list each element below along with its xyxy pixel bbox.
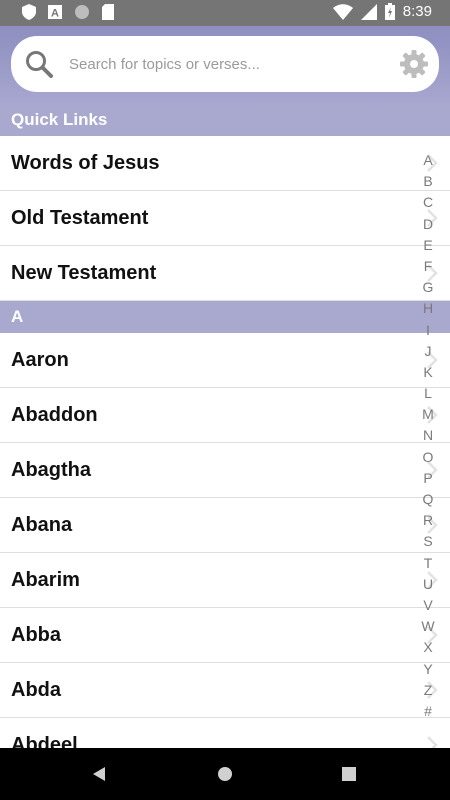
index-letter[interactable]: L [424,383,432,404]
index-letter[interactable]: Y [423,659,432,680]
list-item[interactable]: Aaron [0,333,450,388]
font-icon: A [48,5,62,19]
back-icon[interactable] [92,766,106,782]
index-letter[interactable]: R [423,510,433,531]
list-item-label: New Testament [11,262,157,284]
wifi-icon [332,3,353,20]
list-item[interactable]: Abagtha [0,443,450,498]
circle-icon [75,5,89,19]
index-letter[interactable]: A [423,150,432,171]
list-item[interactable]: Abda [0,663,450,718]
svg-text:A: A [51,8,59,20]
list-item-label: Abana [11,514,73,536]
index-letter[interactable]: O [423,447,434,468]
status-bar: A 8:39 [0,0,450,26]
index-letter[interactable]: V [423,595,432,616]
index-letter[interactable]: F [424,256,433,277]
recent-apps-icon[interactable] [342,767,356,781]
index-letter[interactable]: C [423,192,433,213]
index-letter[interactable]: U [423,574,433,595]
sd-card-icon [102,4,114,20]
index-letter[interactable]: Q [423,489,434,510]
list-item-label: Old Testament [11,207,149,229]
index-letter[interactable]: S [423,531,432,552]
list-item[interactable]: Abdeel [0,718,450,748]
system-nav-bar [0,748,450,800]
gear-icon[interactable] [399,49,429,79]
index-letter[interactable]: T [424,553,433,574]
home-icon[interactable] [217,766,233,782]
search-icon [26,51,53,78]
alphabet-index[interactable]: A B C D E F G H I J K L M N O P Q R S T U V W X Y Z # [420,150,436,722]
index-letter[interactable]: # [424,701,432,722]
section-header-a: A [0,301,450,333]
list-item-label: Abdeel [11,734,78,748]
section-header-quick-links: Quick Links [0,104,450,136]
list-item-label: Abarim [11,569,80,591]
search-input[interactable] [69,50,389,78]
index-letter[interactable]: E [423,235,432,256]
list-item[interactable]: New Testament [0,246,450,301]
index-letter[interactable]: X [423,637,432,658]
index-letter[interactable]: Z [424,680,433,701]
cell-signal-icon [360,3,377,20]
index-letter[interactable]: P [423,468,432,489]
index-letter[interactable]: N [423,425,433,446]
list-item[interactable]: Abana [0,498,450,553]
index-letter[interactable]: H [423,298,433,319]
search-bar[interactable] [11,36,439,92]
list-item-label: Abba [11,624,61,646]
battery-icon [384,3,395,20]
list-item-label: Aaron [11,349,69,371]
index-letter[interactable]: M [422,404,434,425]
list-item-label: Words of Jesus [11,152,160,174]
list-item[interactable]: Old Testament [0,191,450,246]
index-letter[interactable]: W [421,616,434,637]
list-item-label: Abda [11,679,61,701]
app-header [0,26,450,104]
list-item[interactable]: Abarim [0,553,450,608]
index-letter[interactable]: B [423,171,432,192]
list-item[interactable]: Abaddon [0,388,450,443]
chevron-right-icon [427,736,438,748]
list-item-label: Abaddon [11,404,98,426]
index-letter[interactable]: D [423,214,433,235]
index-letter[interactable]: G [423,277,434,298]
list-item[interactable]: Abba [0,608,450,663]
status-time: 8:39 [402,3,432,20]
list-item[interactable]: Words of Jesus [0,136,450,191]
index-letter[interactable]: K [423,362,432,383]
topic-list[interactable]: Quick Links Words of Jesus Old Testament… [0,104,450,748]
index-letter[interactable]: J [425,341,432,362]
index-letter[interactable]: I [426,320,430,341]
shield-icon [22,4,36,20]
list-item-label: Abagtha [11,459,91,481]
